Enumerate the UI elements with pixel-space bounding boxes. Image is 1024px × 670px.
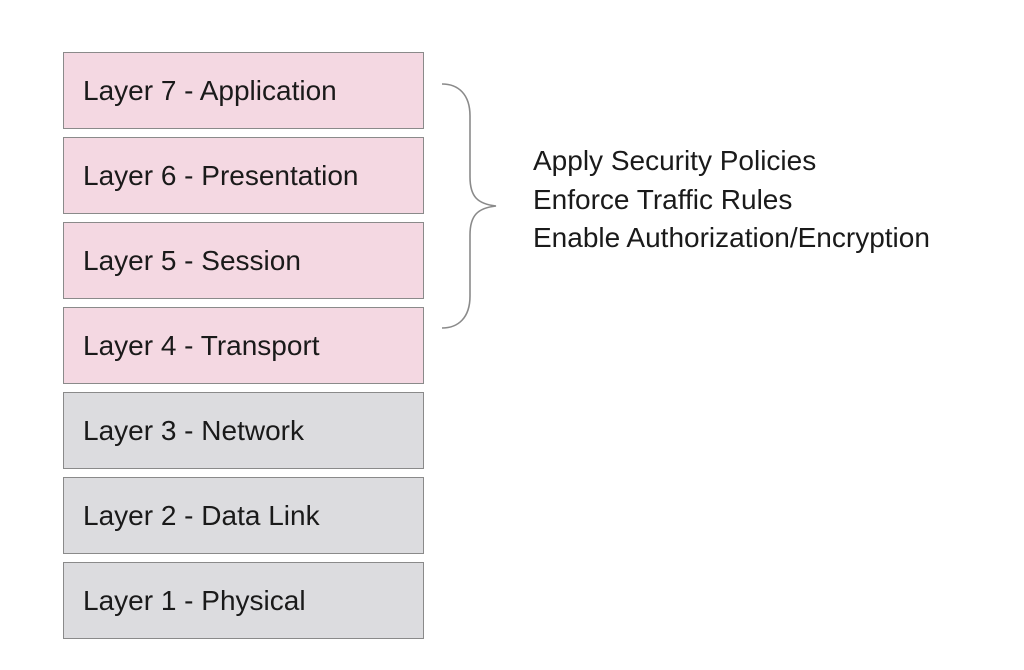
- annotation-enable-authorization-encryption: Enable Authorization/Encryption: [533, 222, 930, 253]
- layer-1-label: Layer 1 - Physical: [83, 584, 306, 616]
- layer-3-box: Layer 3 - Network: [63, 392, 424, 469]
- layer-5-label: Layer 5 - Session: [83, 244, 301, 276]
- layer-4-label: Layer 4 - Transport: [83, 329, 320, 361]
- annotation-apply-security-policies: Apply Security Policies: [533, 145, 817, 176]
- annotation-enforce-traffic-rules: Enforce Traffic Rules: [533, 183, 793, 215]
- layer-6-box: Layer 6 - Presentation: [63, 137, 424, 214]
- layer-3-label: Layer 3 - Network: [83, 414, 304, 446]
- curly-brace-icon: [441, 83, 497, 329]
- layer-1-box: Layer 1 - Physical: [63, 562, 424, 639]
- security-annotations: Apply Security Policies Enforce Traffic …: [533, 142, 930, 258]
- layer-6-label: Layer 6 - Presentation: [83, 159, 359, 191]
- layer-7-box: Layer 7 - Application: [63, 52, 424, 129]
- layer-2-box: Layer 2 - Data Link: [63, 477, 424, 554]
- layer-5-box: Layer 5 - Session: [63, 222, 424, 299]
- layer-7-label: Layer 7 - Application: [83, 74, 337, 106]
- layer-2-label: Layer 2 - Data Link: [83, 499, 320, 531]
- osi-layer-stack: Layer 7 - Application Layer 6 - Presenta…: [63, 52, 424, 647]
- layer-4-box: Layer 4 - Transport: [63, 307, 424, 384]
